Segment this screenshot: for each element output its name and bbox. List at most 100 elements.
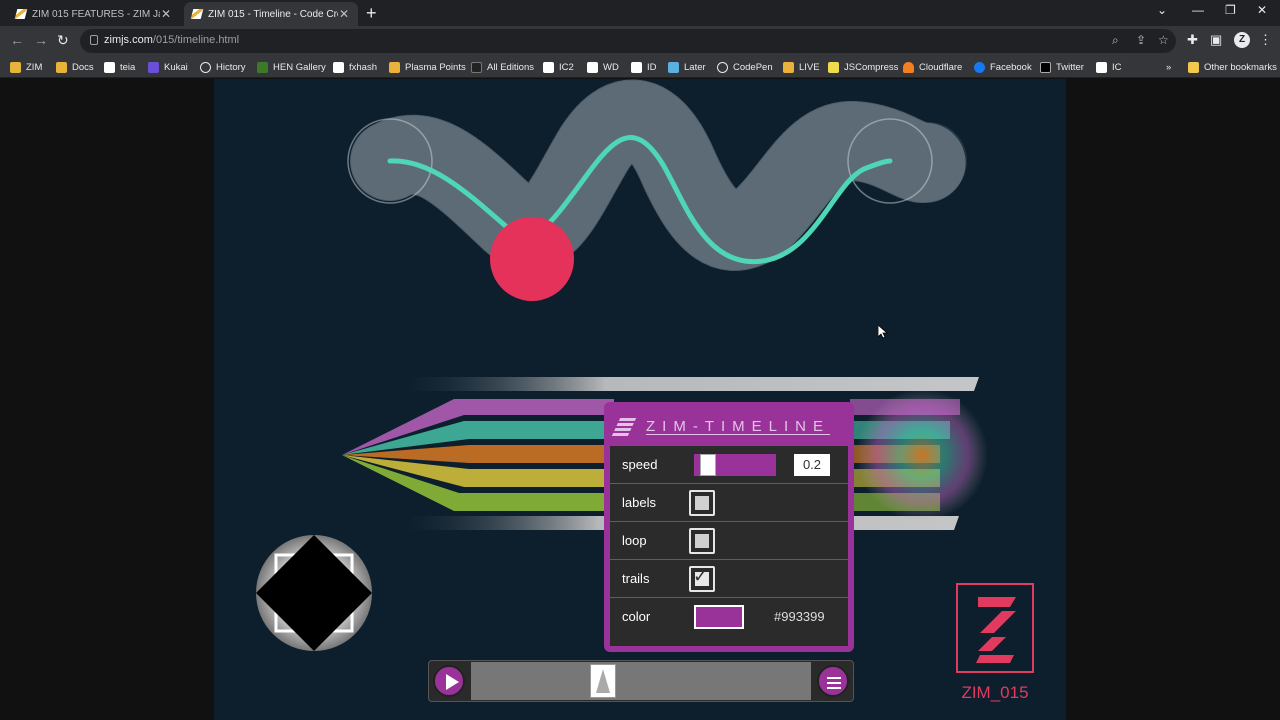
globe-icon xyxy=(200,61,211,73)
bookmark-codepen[interactable]: CodePen xyxy=(717,60,773,74)
labels-checkbox[interactable] xyxy=(689,490,715,516)
cloudflare-icon xyxy=(903,61,914,73)
timeline-track[interactable] xyxy=(471,662,811,700)
speed-value-input[interactable]: 0.2 xyxy=(794,454,830,476)
zim-icon xyxy=(389,61,400,73)
bookmark-label: fxhash xyxy=(349,61,377,73)
loop-label: loop xyxy=(622,533,647,548)
minimize-icon[interactable]: — xyxy=(1192,3,1204,17)
ic-icon xyxy=(587,61,598,73)
bookmark-all-editions[interactable]: All Editions xyxy=(471,60,534,74)
mouse-cursor-icon xyxy=(878,325,888,339)
bookmark-label: IC2 xyxy=(559,61,574,73)
folder-icon xyxy=(1188,61,1199,73)
bookmark-fxhash[interactable]: fxhash xyxy=(333,60,377,74)
codepen-icon xyxy=(717,61,728,73)
address-bar[interactable]: zimjs.com/015/timeline.html ⌕ ⇪ ☆ xyxy=(80,29,1176,53)
bookmark-jscompress[interactable]: JSCompress xyxy=(828,60,898,74)
extensions-icon[interactable]: ✚ xyxy=(1187,32,1198,48)
bookmark-label: ID xyxy=(647,61,657,73)
zim-icon xyxy=(783,61,794,73)
bookmark-zim[interactable]: ZIM xyxy=(10,60,42,74)
animated-ball[interactable] xyxy=(490,217,574,301)
timeline-scrubber xyxy=(428,660,854,702)
speed-slider[interactable] xyxy=(694,454,776,476)
share-icon[interactable]: ⇪ xyxy=(1136,33,1146,47)
tab-title: ZIM 015 FEATURES - ZIM JavaScript xyxy=(32,8,160,20)
bookmark-label: Docs xyxy=(72,61,94,73)
other-bookmarks[interactable]: Other bookmarks xyxy=(1188,60,1277,74)
bookmark-hen-gallery[interactable]: HEN Gallery xyxy=(257,60,326,74)
maximize-icon[interactable]: ❐ xyxy=(1225,3,1236,17)
forward-icon[interactable]: → xyxy=(34,32,48,48)
zim-version-label: ZIM_015 xyxy=(961,683,1029,702)
star-icon[interactable]: ☆ xyxy=(1158,33,1169,47)
bookmark-facebook[interactable]: Facebook xyxy=(974,60,1032,74)
toolbar: ← → ↻ zimjs.com/015/timeline.html ⌕ ⇪ ☆ … xyxy=(0,26,1280,56)
back-icon[interactable]: ← xyxy=(10,32,24,48)
tab-timeline[interactable]: ZIM 015 - Timeline - Code Creativity ✕ xyxy=(184,2,358,26)
menu-icon[interactable] xyxy=(817,665,849,697)
color-swatch[interactable] xyxy=(694,605,744,629)
zim-logo-icon xyxy=(616,416,632,438)
zim-favicon-icon xyxy=(14,9,28,19)
kukai-icon xyxy=(148,61,159,73)
bookmark-teia[interactable]: teia xyxy=(104,60,135,74)
zim-icon xyxy=(10,61,21,73)
menu-line xyxy=(827,682,841,684)
url-domain: zimjs.com xyxy=(104,34,153,46)
speed-label: speed xyxy=(622,457,658,472)
lock-icon[interactable] xyxy=(90,35,98,45)
bookmarks-overflow-icon[interactable]: » xyxy=(1166,60,1171,74)
bookmarks-bar: ZIM Docs teia Kukai Hictory HEN Gallery … xyxy=(0,56,1280,78)
reload-icon[interactable]: ↻ xyxy=(57,32,69,49)
panel-header[interactable]: ZIM-TIMELINE xyxy=(610,408,848,445)
bookmark-label: Other bookmarks xyxy=(1204,61,1277,73)
bookmark-twitter[interactable]: Twitter xyxy=(1040,60,1084,74)
menu-line xyxy=(827,687,841,689)
close-window-icon[interactable]: ✕ xyxy=(1257,3,1267,17)
new-tab-icon[interactable]: + xyxy=(366,3,377,24)
bookmark-docs[interactable]: Docs xyxy=(56,60,94,74)
zim-stage[interactable]: ZIM-TIMELINE speed 0.2 labels loop trail… xyxy=(214,79,1066,720)
zim-icon xyxy=(56,61,67,73)
js-icon xyxy=(828,61,839,73)
sidepanel-icon[interactable]: ▣ xyxy=(1210,32,1222,48)
bookmark-id[interactable]: ID xyxy=(631,60,657,74)
avatar[interactable]: Z xyxy=(1234,32,1250,48)
loop-checkbox[interactable] xyxy=(689,528,715,554)
trails-checkbox[interactable]: ✓ xyxy=(689,566,715,592)
panel-title: ZIM-TIMELINE xyxy=(646,418,830,435)
play-icon[interactable] xyxy=(433,665,465,697)
bookmark-kukai[interactable]: Kukai xyxy=(148,60,188,74)
bookmark-hictory[interactable]: Hictory xyxy=(200,60,246,74)
bookmark-live[interactable]: LIVE xyxy=(783,60,820,74)
bookmark-label: ZIM xyxy=(26,61,43,73)
zim-logo-badge[interactable] xyxy=(956,583,1034,673)
ic-icon xyxy=(1096,61,1107,73)
bookmark-cloudflare[interactable]: Cloudflare xyxy=(903,60,962,74)
url-text[interactable]: zimjs.com/015/timeline.html xyxy=(104,34,239,46)
bookmark-label: Later xyxy=(684,61,706,73)
speed-slider-knob[interactable] xyxy=(700,454,716,476)
bookmark-label: JSCompress xyxy=(844,61,899,73)
bookmark-label: HEN Gallery xyxy=(273,61,326,73)
bookmark-ic[interactable]: IC xyxy=(1096,60,1122,74)
ic-icon xyxy=(543,61,554,73)
bookmark-later[interactable]: Later xyxy=(668,60,706,74)
bookmark-label: LIVE xyxy=(799,61,820,73)
search-icon[interactable]: ⌕ xyxy=(1112,33,1119,48)
tab-zim-features[interactable]: ZIM 015 FEATURES - ZIM JavaScript ✕ xyxy=(8,2,180,26)
speed-row: speed 0.2 xyxy=(610,445,848,483)
tab-title: ZIM 015 - Timeline - Code Creativity xyxy=(208,8,338,20)
bookmark-wd[interactable]: WD xyxy=(587,60,619,74)
close-tab-icon[interactable]: ✕ xyxy=(160,7,172,21)
timeline-handle[interactable] xyxy=(590,664,616,698)
bookmark-ic2[interactable]: IC2 xyxy=(543,60,574,74)
bookmark-plasma-points[interactable]: Plasma Points xyxy=(389,60,466,74)
tab-search-icon[interactable]: ⌄ xyxy=(1157,3,1167,17)
facebook-icon xyxy=(974,61,985,73)
close-tab-icon[interactable]: ✕ xyxy=(338,7,350,21)
kebab-menu-icon[interactable]: ⋮ xyxy=(1259,32,1272,48)
rotating-square-widget[interactable] xyxy=(256,535,372,651)
